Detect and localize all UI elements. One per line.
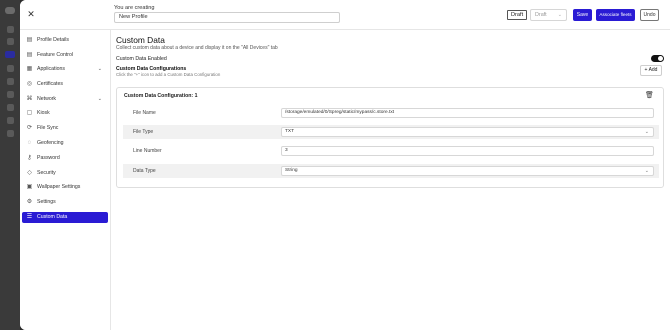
profile-name-input[interactable]: New Profile <box>114 12 340 23</box>
rail-item-active-icon <box>5 51 15 58</box>
app-logo-icon <box>5 7 15 14</box>
rail-item-icon <box>7 91 14 98</box>
sidebar-item-label: Geofencing <box>37 139 64 146</box>
sidebar-item-label: Certificates <box>37 81 63 87</box>
sidebar-item-label: Profile Details <box>37 37 70 43</box>
sidebar-item-label: Kiosk <box>37 110 50 116</box>
rail-item-icon <box>7 104 14 111</box>
field-row-file-type: File Type TXT ⌄ <box>123 125 659 139</box>
screen: ✕ You are creating New Profile Draft Dra… <box>0 0 670 330</box>
chevron-down-icon: ⌄ <box>644 168 649 174</box>
kiosk-icon: ▢ <box>26 110 33 116</box>
chevron-down-icon: ⌄ <box>644 129 649 135</box>
close-icon[interactable]: ✕ <box>26 9 36 19</box>
gear-icon: ⚙ <box>26 199 33 205</box>
draft-badge: Draft <box>507 10 528 20</box>
sidebar-item-geofencing[interactable]: ◌ Geofencing <box>22 138 108 149</box>
configurations-hint: Click the "+" icon to add a Custom Data … <box>116 72 221 77</box>
field-label: File Type <box>133 129 154 135</box>
sidebar-item-label: Wallpaper Settings <box>37 184 81 190</box>
editor-topbar: ✕ You are creating New Profile Draft Dra… <box>20 0 670 30</box>
rail-item-icon <box>7 78 14 85</box>
rail-item-icon <box>7 38 14 45</box>
sidebar-item-feature-control[interactable]: ▤ Feature Control <box>22 50 108 61</box>
sidebar-item-label: Security <box>37 169 56 176</box>
sidebar-item-file-sync[interactable]: ⟳ File Sync <box>22 123 108 134</box>
field-row-data-type: Data Type String ⌄ <box>123 164 659 178</box>
field-value: String <box>285 168 298 173</box>
key-icon: ⚷ <box>27 154 32 161</box>
rail-item-icon <box>7 117 14 124</box>
add-label: Add <box>648 67 658 73</box>
grid-icon: ▦ <box>26 66 33 72</box>
field-row-file-name: File Name /storage/emulated/0/Spreg/stat… <box>123 106 659 120</box>
status-value: Draft <box>535 12 547 18</box>
chevron-down-icon: ⌄ <box>97 66 102 72</box>
sidebar-item-label: Password <box>37 154 60 161</box>
toggle-knob <box>658 56 663 61</box>
field-value: 3 <box>285 148 288 153</box>
field-label: Data Type <box>133 168 156 174</box>
certificate-icon: ◎ <box>26 81 33 87</box>
field-label: File Name <box>133 110 156 116</box>
sidebar-item-wallpaper-settings[interactable]: ▣ Wallpaper Settings <box>22 182 108 193</box>
custom-data-enabled-label: Custom Data Enabled <box>116 56 167 62</box>
sidebar-item-label: Settings <box>37 199 56 205</box>
sidebar-item-settings[interactable]: ⚙ Settings <box>22 197 108 208</box>
undo-button[interactable]: Undo <box>640 9 659 21</box>
sidebar-item-network[interactable]: ⌘ Network ⌄ <box>22 94 108 105</box>
field-value: /storage/emulated/0/Spreg/static/mypass/… <box>285 110 395 115</box>
sidebar-item-label: Feature Control <box>37 51 74 58</box>
main-content: Custom Data Collect custom data about a … <box>111 30 670 330</box>
sidebar-item-label: File Sync <box>37 125 59 131</box>
sidebar-item-security[interactable]: ◇ Security <box>22 168 108 179</box>
field-label: Line Number <box>133 148 162 154</box>
image-icon: ▣ <box>26 184 33 190</box>
sidebar-item-kiosk[interactable]: ▢ Kiosk <box>22 108 108 119</box>
associate-fleets-button[interactable]: Associate fleets <box>596 9 635 21</box>
database-icon: ☰ <box>26 213 33 220</box>
chevron-down-icon: ⌄ <box>557 12 562 18</box>
status-select[interactable]: Draft ⌄ <box>530 9 567 21</box>
creating-label: You are creating <box>114 5 155 11</box>
card-title: Custom Data Configuration: 1 <box>124 93 198 99</box>
sidebar-item-password[interactable]: ⚷ Password <box>22 153 108 164</box>
field-row-line-number: Line Number 3 <box>123 144 659 158</box>
rail-item-icon <box>7 26 14 33</box>
document-icon: ▤ <box>26 51 33 58</box>
page-title: Custom Data <box>116 35 165 45</box>
trash-icon[interactable]: 🗑 <box>645 91 654 100</box>
network-icon: ⌘ <box>26 95 33 102</box>
shield-icon: ◇ <box>27 169 32 176</box>
sidebar-item-profile-details[interactable]: ▤ Profile Details <box>22 35 108 46</box>
sidebar-item-certificates[interactable]: ◎ Certificates <box>22 79 108 90</box>
rail-item-icon <box>7 130 14 137</box>
save-button[interactable]: Save <box>573 9 592 21</box>
file-type-select[interactable]: TXT ⌄ <box>281 127 654 137</box>
section-sidebar: ▤ Profile Details ▤ Feature Control ▦ Ap… <box>20 30 111 330</box>
sidebar-item-label: Applications <box>37 66 65 72</box>
profile-editor-panel: ✕ You are creating New Profile Draft Dra… <box>20 0 670 330</box>
background-app-rail <box>0 0 20 330</box>
line-number-input[interactable]: 3 <box>281 146 654 156</box>
data-type-select[interactable]: String ⌄ <box>281 166 654 176</box>
sync-icon: ⟳ <box>26 125 33 131</box>
file-name-input[interactable]: /storage/emulated/0/Spreg/static/mypass/… <box>281 108 654 118</box>
rail-item-icon <box>7 65 14 72</box>
custom-data-enabled-toggle[interactable] <box>651 55 664 62</box>
add-configuration-button[interactable]: + Add <box>640 65 662 76</box>
sidebar-item-label: Custom Data <box>37 213 68 220</box>
sidebar-item-label: Network <box>37 95 57 102</box>
configuration-card: Custom Data Configuration: 1 🗑 File Name… <box>116 87 664 188</box>
geofence-icon: ◌ <box>27 139 32 146</box>
sidebar-item-custom-data[interactable]: ☰ Custom Data <box>22 211 108 223</box>
sidebar-item-applications[interactable]: ▦ Applications ⌄ <box>22 64 108 75</box>
document-icon: ▤ <box>26 37 33 43</box>
chevron-down-icon: ⌄ <box>97 95 102 102</box>
page-description: Collect custom data about a device and d… <box>116 45 278 51</box>
field-value: TXT <box>285 129 295 134</box>
